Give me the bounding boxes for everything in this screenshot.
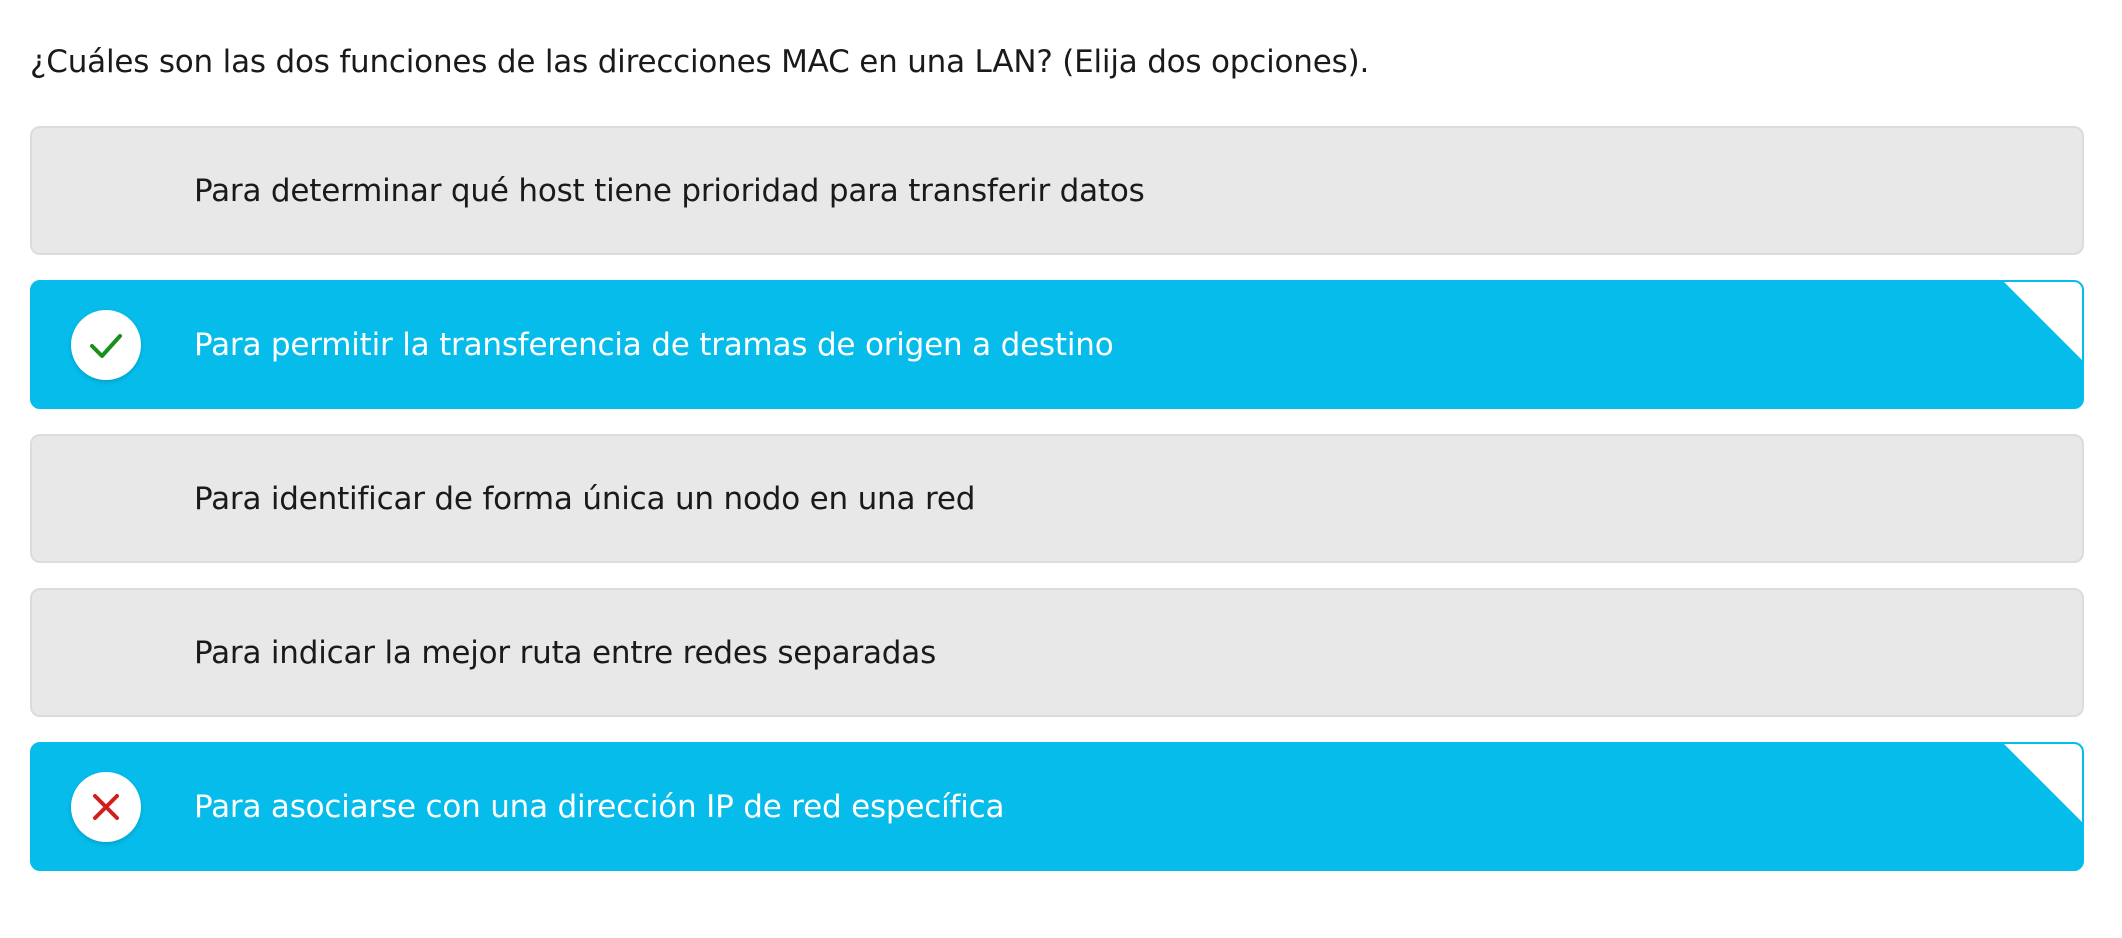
answer-option-2[interactable]: Para permitir la transferencia de tramas… [30,280,2084,409]
answer-option-label: Para determinar qué host tiene prioridad… [194,172,1145,209]
answer-option-5[interactable]: Para asociarse con una dirección IP de r… [30,742,2084,871]
correct-status-badge [71,309,141,380]
corner-fold-decoration [2004,282,2082,360]
corner-fold-decoration [2004,744,2082,822]
answer-option-1[interactable]: Para determinar qué host tiene prioridad… [30,126,2084,255]
incorrect-status-badge [71,771,141,842]
answer-option-label: Para asociarse con una dirección IP de r… [194,788,1005,825]
answer-option-label: Para indicar la mejor ruta entre redes s… [194,634,937,671]
answer-option-label: Para identificar de forma única un nodo … [194,480,976,517]
answer-option-4[interactable]: Para indicar la mejor ruta entre redes s… [30,588,2084,717]
answer-option-3[interactable]: Para identificar de forma única un nodo … [30,434,2084,563]
check-icon [90,333,122,358]
question-text: ¿Cuáles son las dos funciones de las dir… [30,44,1370,80]
answer-options-list: Para determinar qué host tiene prioridad… [30,126,2084,896]
cross-icon [93,793,119,820]
answer-option-label: Para permitir la transferencia de tramas… [194,326,1114,363]
